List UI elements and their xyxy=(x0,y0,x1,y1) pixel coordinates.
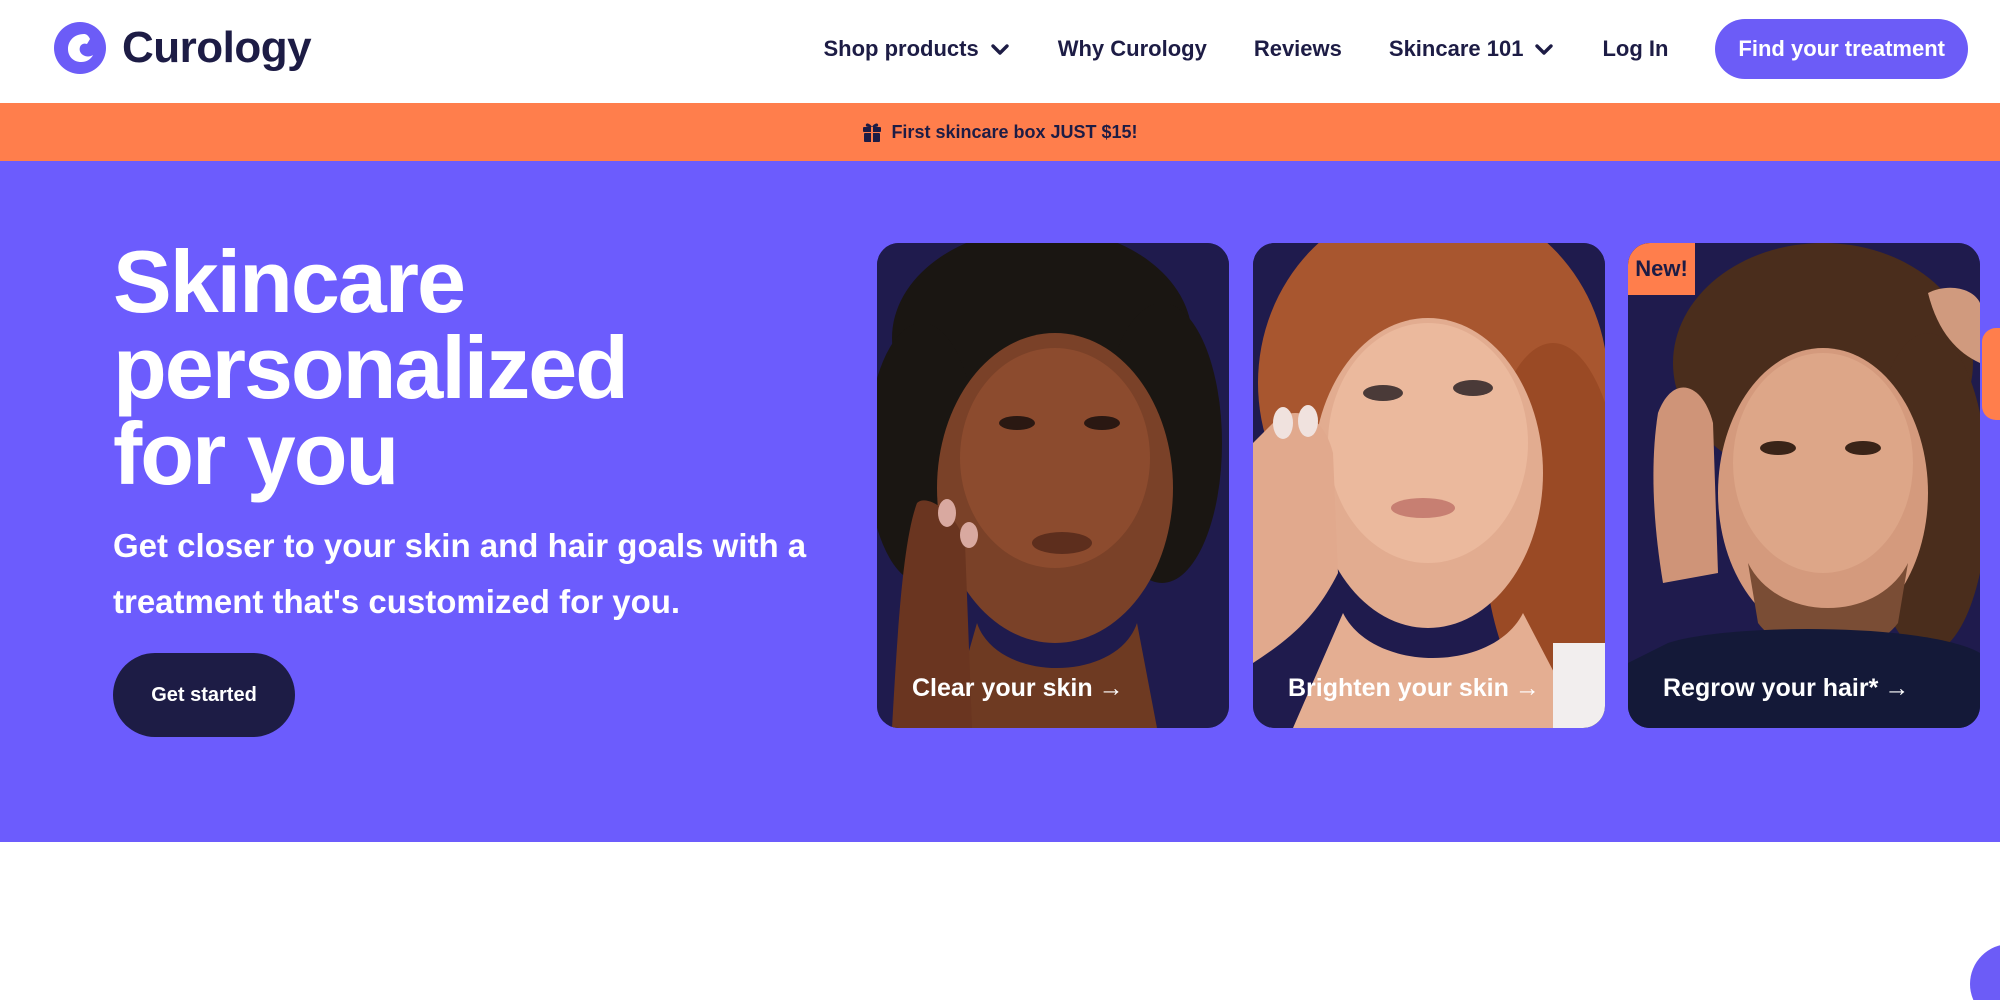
nav-reviews[interactable]: Reviews xyxy=(1254,36,1342,62)
card-label: Brighten your skin → xyxy=(1288,674,1540,703)
card-brighten-skin[interactable]: Brighten your skin → xyxy=(1253,243,1605,728)
woman-portrait-image xyxy=(1253,243,1605,728)
curology-logo[interactable]: Curology xyxy=(54,22,312,74)
hero-title: Skincare personalized for you xyxy=(113,238,773,498)
gift-icon xyxy=(863,123,882,142)
site-header: Curology Shop products Why Curology Revi… xyxy=(0,0,2000,103)
promo-text: First skincare box JUST $15! xyxy=(891,121,1138,142)
card-label: Regrow your hair* → xyxy=(1663,674,1909,703)
nav-item-label: Skincare 101 xyxy=(1388,36,1524,61)
card-regrow-hair[interactable]: New! Regrow your hair* → xyxy=(1628,243,1980,728)
nav-shop-products[interactable]: Shop products xyxy=(824,36,1011,62)
card-label-text: Brighten your skin xyxy=(1288,674,1509,702)
main-nav: Shop products Why Curology Reviews Skinc… xyxy=(824,19,1968,79)
carousel-next-card-peek[interactable] xyxy=(1982,328,2000,420)
nav-item-label: Shop products xyxy=(823,36,979,61)
hero-title-line: Skincare xyxy=(113,232,466,331)
nav-why-curology[interactable]: Why Curology xyxy=(1058,36,1207,62)
nav-item-label: Why Curology xyxy=(1057,36,1207,61)
nav-item-label: Reviews xyxy=(1253,36,1342,61)
man-portrait-image xyxy=(1628,243,1980,728)
card-label-text: Regrow your hair* xyxy=(1663,674,1879,702)
find-your-treatment-button[interactable]: Find your treatment xyxy=(1715,19,1968,79)
arrow-right-icon: → xyxy=(1884,674,1910,702)
get-started-button[interactable]: Get started xyxy=(113,653,295,737)
arrow-right-icon: → xyxy=(1098,674,1124,702)
card-label-text: Clear your skin xyxy=(912,674,1093,702)
hero-title-line: personalized xyxy=(113,318,629,417)
promo-content: First skincare box JUST $15! xyxy=(862,121,1138,143)
hero-title-line: for you xyxy=(113,404,399,503)
nav-skincare-101[interactable]: Skincare 101 xyxy=(1389,36,1556,62)
arrow-right-icon: → xyxy=(1514,674,1540,702)
card-label: Clear your skin → xyxy=(912,674,1124,703)
new-badge: New! xyxy=(1628,243,1695,295)
promo-banner[interactable]: First skincare box JUST $15! xyxy=(0,103,2000,161)
woman-portrait-image xyxy=(877,243,1229,728)
curology-logo-icon xyxy=(54,22,106,74)
hero-section: Skincare personalized for you Get closer… xyxy=(0,161,2000,842)
logo-wordmark: Curology xyxy=(122,23,312,72)
chevron-down-icon xyxy=(991,44,1009,55)
chevron-down-icon xyxy=(1535,44,1554,55)
nav-log-in[interactable]: Log In xyxy=(1602,36,1668,62)
chat-bubble-button[interactable] xyxy=(1970,944,2000,1000)
nav-item-label: Log In xyxy=(1602,36,1669,61)
hero-subtitle: Get closer to your skin and hair goals w… xyxy=(113,527,807,620)
card-clear-skin[interactable]: Clear your skin → xyxy=(877,243,1229,728)
